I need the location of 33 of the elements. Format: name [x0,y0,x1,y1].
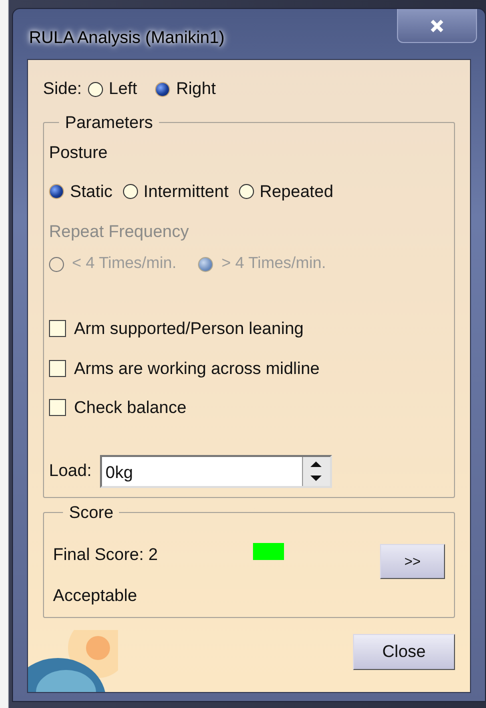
radio-label: Right [176,78,216,100]
radio-label: > 4 Times/min. [221,254,326,274]
group-title: Parameters [64,112,154,134]
checkbox[interactable] [49,320,66,338]
group-title: Score [68,502,114,524]
radio-button[interactable] [122,184,138,200]
radio-label: Repeated [260,181,334,203]
radio-label: Left [108,78,138,100]
checkbox-label: Arm supported/Person leaning [74,318,304,340]
load-label: Load: [49,460,92,482]
side-label: Side: [43,78,82,100]
checkbox-label: Arms are working across midline [74,358,320,380]
posture-label: Posture [49,142,109,164]
radio-button[interactable] [88,82,103,96]
load-field[interactable]: 0kg [100,454,332,488]
radio-label: < 4 Times/min. [72,254,176,274]
checkbox-label: Check balance [74,397,186,419]
spin-button[interactable] [302,456,330,486]
radio-button[interactable] [49,184,64,200]
close-icon [430,18,444,32]
window-title: RULA Analysis (Manikin1) [29,27,225,49]
close-button[interactable]: Close [353,634,455,670]
radio-button[interactable] [155,82,170,96]
radio-label: Static [70,181,113,203]
close-button[interactable] [397,9,477,43]
radio-button[interactable] [238,184,254,200]
frequency-label: Repeat Frequency [49,220,190,242]
radio-label: Intermittent [144,181,229,203]
final-score: Final Score: 2 [53,544,159,566]
checkbox[interactable] [49,360,66,377]
checkbox[interactable] [49,399,66,416]
details-button[interactable]: >> [380,544,445,578]
score-verdict: Acceptable [53,584,138,606]
